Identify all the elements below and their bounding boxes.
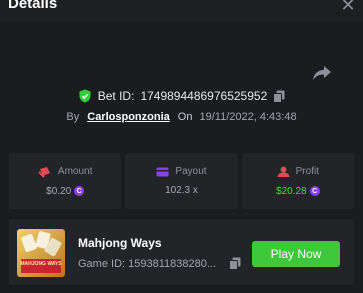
bet-id-label: Bet ID: <box>97 89 135 103</box>
bet-id-row: Bet ID: 1749894486976525952 <box>0 86 363 106</box>
details-header: Details ✕ <box>0 0 363 22</box>
stats-row: Amount $0.20 C Payout 102.3 x Profit $20… <box>9 153 354 209</box>
share-button[interactable] <box>312 64 332 82</box>
stat-payout: Payout 102.3 x <box>125 153 238 209</box>
close-button[interactable]: ✕ <box>339 0 357 14</box>
stat-payout-value-row: 102.3 x <box>165 185 198 196</box>
stat-profit-head: Profit <box>277 166 319 178</box>
stat-payout-value: 102.3 x <box>165 185 198 196</box>
bet-meta-row: By Carlosponzonia On 19/11/2022, 4:43:48 <box>0 107 363 127</box>
coin-icon: C <box>309 186 320 196</box>
bet-id-value: 1749894486976525952 <box>140 89 268 103</box>
game-thumbnail[interactable]: MAHJONG WAYS <box>17 229 65 277</box>
share-icon <box>313 66 331 80</box>
bet-icon <box>38 166 50 178</box>
verified-shield-icon <box>79 89 91 103</box>
bet-timestamp: On 19/11/2022, 4:43:48 <box>178 111 297 123</box>
payout-icon <box>156 167 169 176</box>
stat-amount-label: Amount <box>57 166 93 177</box>
copy-game-id-icon[interactable] <box>229 257 241 270</box>
stat-payout-head: Payout <box>156 166 207 177</box>
mahjong-ways-thumbnail-image: MAHJONG WAYS <box>17 229 65 277</box>
on-label: On <box>177 111 193 123</box>
stat-profit-value: $20.28 <box>276 185 307 197</box>
profit-icon <box>277 166 290 177</box>
stat-profit-label: Profit <box>295 166 319 177</box>
by-label: By <box>66 111 80 123</box>
game-name: Mahjong Ways <box>78 236 162 250</box>
page-title: Details <box>8 0 58 12</box>
stat-amount-value: $0.20 <box>46 185 72 197</box>
coin-icon: C <box>74 186 85 196</box>
thumb-logo-text: MAHJONG WAYS <box>20 261 62 267</box>
play-now-button[interactable]: Play Now <box>252 241 340 267</box>
username-link[interactable]: Carlosponzonia <box>87 111 170 123</box>
stat-amount-value-row: $0.20 C <box>46 185 85 197</box>
stat-profit-value-row: $20.28 C <box>276 186 320 197</box>
stat-amount-head: Amount <box>38 166 92 178</box>
game-id: Game ID: 1593811838280... <box>78 258 217 270</box>
datetime-value: 19/11/2022, 4:43:48 <box>199 111 297 123</box>
stat-payout-label: Payout <box>175 166 207 177</box>
copy-icon[interactable] <box>273 90 285 103</box>
stat-profit: Profit $20.28 C <box>241 153 354 209</box>
game-card: MAHJONG WAYS Mahjong Ways Game ID: 15938… <box>9 219 354 285</box>
stat-amount: Amount $0.20 C <box>9 153 122 209</box>
close-icon: ✕ <box>340 0 356 15</box>
